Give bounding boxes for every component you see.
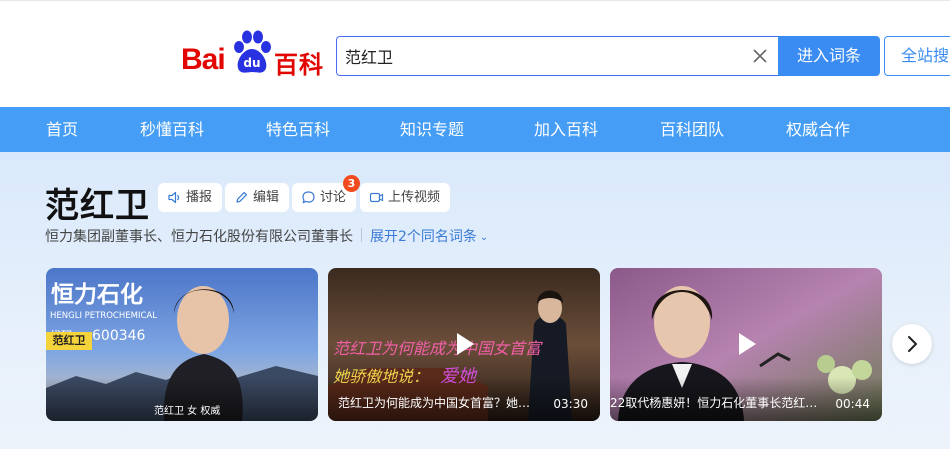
chevron-down-icon: ⌄: [479, 232, 489, 243]
upload-video-label: 上传视频: [388, 190, 441, 205]
video-2-duration: 03:30: [553, 397, 588, 411]
chevron-right-icon: [908, 336, 917, 352]
video-3-duration: 00:44: [835, 397, 870, 411]
entry-subtitle: 恒力集团副董事长、恒力石化股份有限公司董事长: [45, 229, 353, 245]
video-card-2[interactable]: 范红卫为何能成为中国女首富 她骄傲地说： 爱她 范红卫为何能成为中国女首富？她骄…: [328, 268, 600, 421]
broadcast-button[interactable]: 播报: [158, 183, 223, 212]
baidu-baike-logo[interactable]: Bai du 百科: [181, 29, 331, 79]
logo-baike-text: 百科: [274, 51, 324, 79]
upload-video-button[interactable]: 上传视频: [360, 183, 451, 212]
video-card-3[interactable]: 22取代杨惠妍！恒力石化董事长范红卫… 00:44: [610, 268, 882, 421]
page-title: 范红卫: [45, 186, 150, 226]
header: Bai du 百科 进入词条 全站搜: [0, 0, 950, 107]
expand-link-label: 展开2个同名词条: [370, 229, 477, 245]
nav-item-home[interactable]: 首页: [46, 107, 78, 152]
video-1-caption: 范红卫 女 权威: [154, 406, 221, 417]
pencil-icon: [236, 192, 247, 203]
edit-button[interactable]: 编辑: [225, 183, 290, 212]
play-icon: [457, 333, 474, 355]
main-nav: 首页 秒懂百科 特色百科 知识专题 加入百科 百科团队 权威合作: [0, 107, 950, 152]
search-input[interactable]: [345, 37, 735, 75]
discuss-label: 讨论: [320, 190, 347, 205]
nav-item-miaodong[interactable]: 秒懂百科: [140, 107, 204, 152]
carousel-next-button[interactable]: [892, 324, 932, 364]
nav-item-cooperation[interactable]: 权威合作: [786, 107, 850, 152]
logo-bai-text: Bai: [181, 43, 226, 76]
enter-entry-button[interactable]: 进入词条: [778, 36, 880, 76]
subtitle-divider: [361, 228, 362, 242]
site-search-button[interactable]: 全站搜: [884, 36, 950, 76]
nav-item-featured[interactable]: 特色百科: [266, 107, 330, 152]
nav-item-team[interactable]: 百科团队: [660, 107, 724, 152]
logo-du-text: du: [243, 56, 260, 70]
search-box: [336, 36, 778, 76]
paw-logo-icon: du: [234, 30, 271, 73]
video-2-overlay-line1: 范红卫为何能成为中国女首富: [333, 339, 543, 358]
nav-item-join[interactable]: 加入百科: [534, 107, 598, 152]
entry-header-area: 范红卫 播报 编辑 讨论 3 上传视频 恒力集团副董事长、恒力石化股份有限公司董…: [0, 152, 950, 449]
video-1-brand: 恒力石化: [51, 281, 143, 308]
video-3-title: 22取代杨惠妍！恒力石化董事长范红卫…: [610, 396, 828, 410]
clear-icon[interactable]: [750, 46, 770, 66]
video-1-brand-en: HENGLI PETROCHEMICAL: [50, 311, 157, 321]
broadcast-label: 播报: [186, 190, 213, 205]
video-1-code: 600346: [92, 328, 146, 344]
discuss-count-badge: 3: [343, 175, 360, 192]
video-camera-icon: [369, 192, 384, 203]
video-1-name-tag: 范红卫: [46, 332, 92, 350]
expand-same-name-link[interactable]: 展开2个同名词条 ⌄: [370, 226, 488, 246]
edit-label: 编辑: [253, 190, 280, 205]
nav-item-topics[interactable]: 知识专题: [400, 107, 464, 152]
comment-icon: [302, 191, 315, 204]
play-icon: [739, 333, 756, 355]
video-2-title: 范红卫为何能成为中国女首富？她骄…: [338, 396, 538, 410]
speaker-icon: [168, 191, 180, 204]
